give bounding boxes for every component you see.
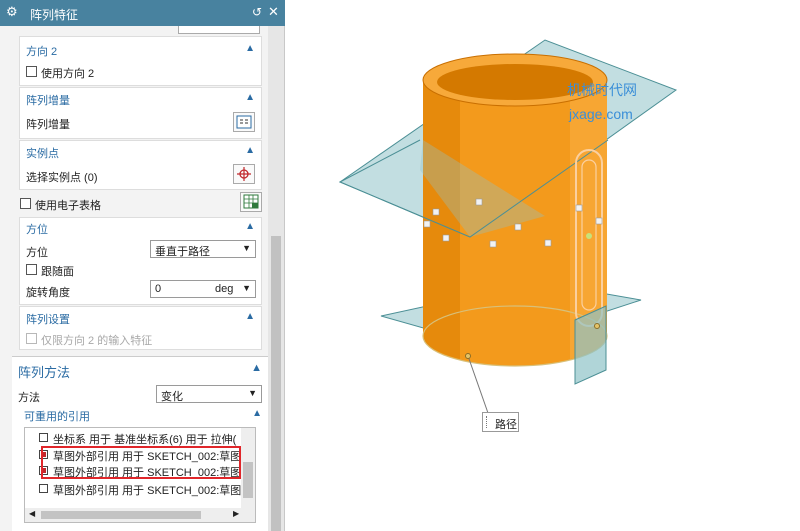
drag-handle-icon — [486, 416, 490, 428]
increment-header[interactable]: 阵列增量 — [26, 92, 70, 108]
reference-checkbox[interactable] — [39, 484, 48, 493]
reference-text: 坐标系 用于 基准坐标系(6) 用于 拉伸( — [53, 434, 237, 446]
method-value: 变化 — [161, 391, 183, 403]
rotation-angle-input[interactable]: 0 deg ▼ — [150, 280, 256, 298]
chevron-up-icon[interactable]: ▲ — [245, 43, 255, 54]
increment-section: 阵列增量 ▲ 阵列增量 — [19, 87, 262, 139]
orientation-value: 垂直于路径 — [155, 246, 210, 258]
orientation-label: 方位 — [26, 247, 48, 259]
previous-section-tail — [12, 26, 262, 36]
chevron-up-icon[interactable]: ▲ — [245, 311, 255, 322]
rotation-angle-value: 0 — [155, 283, 162, 295]
chevron-down-icon[interactable]: ▼ — [242, 283, 251, 293]
chevron-up-icon[interactable]: ▲ — [252, 408, 262, 419]
watermark-line1: 机械时代网 — [567, 82, 637, 98]
direction2-header[interactable]: 方向 2 — [26, 43, 57, 59]
rotation-angle-label: 旋转角度 — [26, 287, 70, 299]
spreadsheet-icon[interactable] — [240, 192, 262, 212]
reference-text: 草图外部引用 用于 SKETCH_002:草图 — [53, 485, 242, 497]
dialog-scroll-thumb[interactable] — [271, 236, 281, 531]
watermark-line2: jxage.com — [569, 106, 633, 122]
use-spreadsheet-checkbox[interactable] — [20, 198, 31, 209]
dialog-title: 阵列特征 — [30, 8, 79, 22]
dialog-titlebar: ⚙ 阵列特征 ↺ ✕ — [0, 0, 285, 26]
rotation-unit: deg — [215, 283, 234, 295]
highlight-box — [41, 446, 241, 479]
model-drawing — [338, 39, 678, 414]
method-label: 方法 — [18, 392, 40, 404]
follow-face-label: 跟随面 — [41, 266, 74, 278]
direction2-section: 方向 2 ▲ 使用方向 2 — [19, 36, 262, 86]
chevron-down-icon: ▼ — [248, 388, 257, 398]
reset-icon[interactable]: ↺ — [252, 5, 262, 19]
use-direction2-label: 使用方向 2 — [41, 68, 95, 80]
orientation-section: 方位 ▲ 方位 垂直于路径 ▼ 跟随面 旋转角度 0 deg ▼ — [19, 217, 262, 305]
close-icon[interactable]: ✕ — [268, 4, 279, 20]
limit-direction2-label: 仅限方向 2 的输入特征 — [41, 335, 153, 347]
follow-face-checkbox[interactable] — [26, 264, 37, 275]
use-spreadsheet-label: 使用电子表格 — [35, 200, 101, 212]
settings-header[interactable]: 阵列设置 — [26, 311, 70, 327]
chevron-down-icon: ▼ — [242, 243, 251, 253]
chevron-left-icon[interactable]: ◀ — [29, 509, 35, 518]
dialog-scrollbar[interactable] — [268, 26, 284, 531]
reference-checkbox[interactable] — [39, 433, 48, 442]
settings-section: 阵列设置 ▲ 仅限方向 2 的输入特征 — [19, 306, 262, 350]
reusable-header[interactable]: 可重用的引用 — [24, 408, 90, 424]
path-label: 路径 — [495, 419, 517, 431]
path-callout[interactable]: 路径 — [482, 412, 519, 432]
graphics-viewport[interactable] — [286, 0, 800, 531]
instance-section: 实例点 ▲ 选择实例点 (0) — [19, 140, 262, 190]
method-dropdown[interactable]: 变化 ▼ — [156, 385, 262, 403]
list-hscroll-thumb[interactable] — [41, 511, 201, 519]
list-horizontal-scrollbar[interactable]: ◀ ▶ — [25, 508, 255, 522]
instance-header[interactable]: 实例点 — [26, 145, 59, 161]
previous-field[interactable] — [178, 26, 260, 34]
use-direction2-checkbox[interactable] — [26, 66, 37, 77]
chevron-right-icon[interactable]: ▶ — [233, 509, 239, 518]
increment-label: 阵列增量 — [26, 119, 70, 131]
chevron-up-icon[interactable]: ▲ — [245, 221, 255, 232]
orientation-header[interactable]: 方位 — [26, 221, 48, 237]
method-header[interactable]: 阵列方法 — [18, 362, 70, 381]
gear-icon: ⚙ — [6, 4, 18, 19]
chevron-up-icon[interactable]: ▲ — [245, 92, 255, 103]
spreadsheet-increment-icon[interactable] — [233, 112, 255, 132]
list-scroll-thumb[interactable] — [243, 462, 253, 498]
select-instance-label: 选择实例点 (0) — [26, 172, 98, 184]
crosshair-icon[interactable] — [233, 164, 255, 184]
pattern-feature-dialog: ⚙ 阵列特征 ↺ ✕ 方向 2 ▲ 使用方向 2 阵列增量 ▲ 阵列增量 实例点… — [0, 0, 285, 531]
chevron-up-icon[interactable]: ▲ — [251, 362, 262, 374]
list-vertical-scrollbar[interactable] — [241, 428, 255, 508]
orientation-dropdown[interactable]: 垂直于路径 ▼ — [150, 240, 256, 258]
chevron-up-icon[interactable]: ▲ — [245, 145, 255, 156]
limit-direction2-checkbox — [26, 333, 37, 344]
